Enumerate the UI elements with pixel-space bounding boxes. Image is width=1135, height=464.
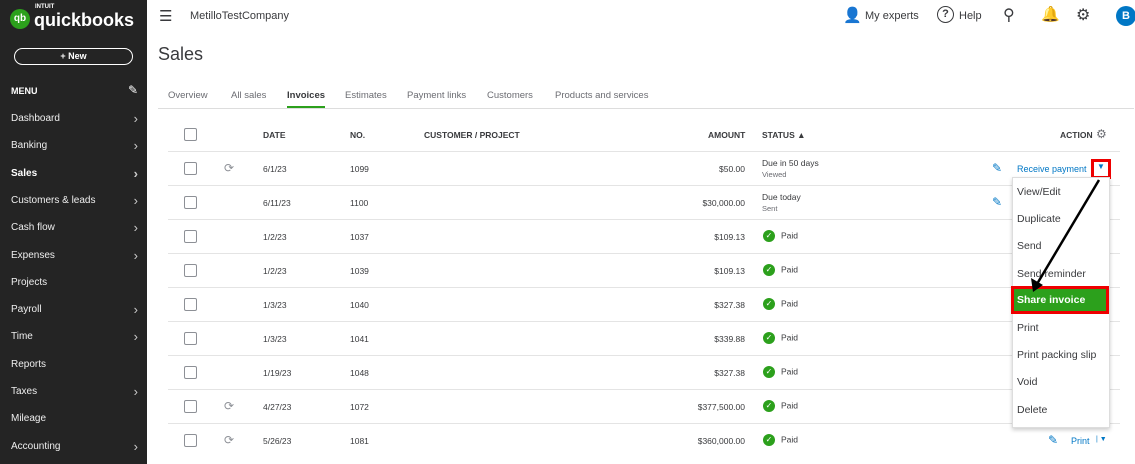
annotation-arrow — [1031, 179, 1101, 292]
